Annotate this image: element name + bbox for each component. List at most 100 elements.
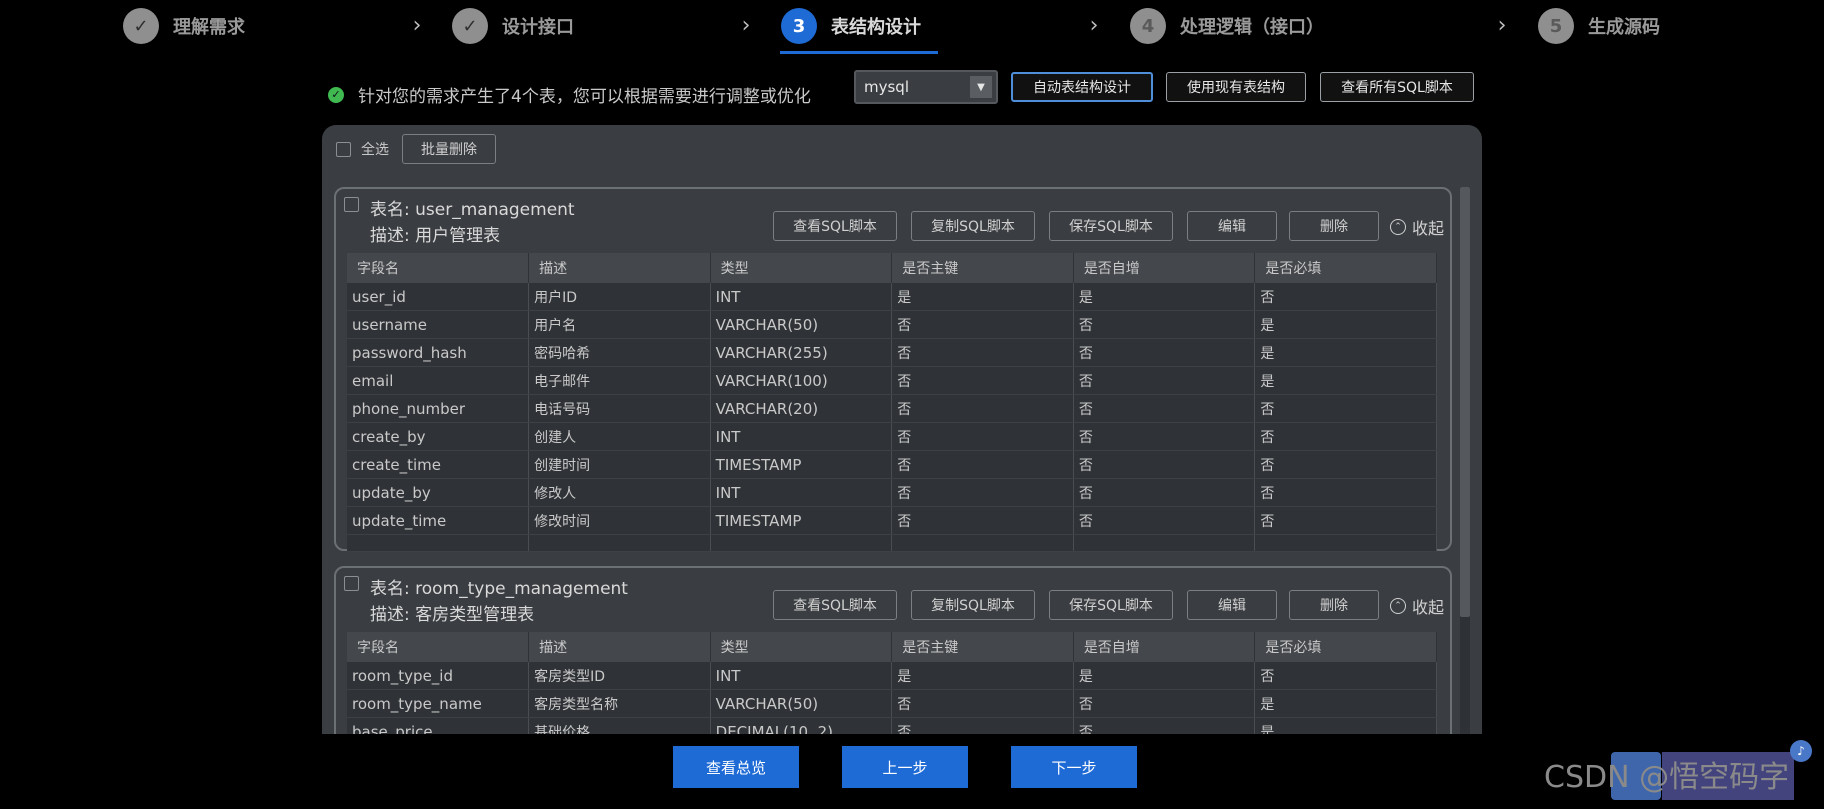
step-number: 4 — [1130, 8, 1166, 44]
cell: 否 — [1073, 506, 1256, 535]
save-sql-button[interactable]: 保存SQL脚本 — [1049, 211, 1173, 241]
table-row[interactable]: update_time 修改时间 TIMESTAMP 否 否 否 — [347, 506, 1437, 535]
database-type-select[interactable]: mysql ▼ — [854, 70, 998, 104]
active-step-indicator — [780, 51, 938, 54]
previous-step-button[interactable]: 上一步 — [842, 746, 968, 788]
wizard-stepper: ✓ 理解需求 › ✓ 设计接口 › 3 表结构设计 › 4 处理逻辑（接口） ›… — [0, 0, 1824, 56]
table-header-row: 字段名 描述 类型 是否主键 是否自增 是否必填 — [347, 632, 1437, 662]
step-number: 5 — [1538, 8, 1574, 44]
cell: 基础价格 — [528, 717, 711, 734]
table-select-checkbox[interactable] — [344, 197, 359, 212]
panel-scrollbar-thumb[interactable] — [1460, 187, 1470, 617]
copy-sql-button[interactable]: 复制SQL脚本 — [911, 211, 1035, 241]
cell — [710, 534, 893, 552]
delete-button[interactable]: 删除 — [1289, 590, 1379, 620]
column-header: 是否主键 — [891, 253, 1074, 283]
table-row[interactable]: password_hash 密码哈希 VARCHAR(255) 否 否 是 — [347, 338, 1437, 367]
view-sql-button[interactable]: 查看SQL脚本 — [773, 211, 897, 241]
cell: 否 — [1254, 283, 1437, 311]
view-sql-button[interactable]: 查看SQL脚本 — [773, 590, 897, 620]
cell: room_type_id — [347, 662, 530, 690]
view-overview-button[interactable]: 查看总览 — [673, 746, 799, 788]
cell: 是 — [891, 662, 1074, 690]
cell: 是 — [1254, 717, 1437, 734]
step-label: 表结构设计 — [831, 17, 921, 38]
cell: 否 — [891, 422, 1074, 451]
copy-sql-button[interactable]: 复制SQL脚本 — [911, 590, 1035, 620]
column-header: 字段名 — [347, 253, 530, 283]
next-step-button[interactable]: 下一步 — [1011, 746, 1137, 788]
cell: 客房类型名称 — [528, 689, 711, 718]
column-header: 是否必填 — [1254, 632, 1437, 662]
step-table-design[interactable]: 3 表结构设计 — [781, 8, 921, 44]
cell: 否 — [1073, 450, 1256, 479]
cell: 否 — [891, 689, 1074, 718]
table-row[interactable]: create_by 创建人 INT 否 否 否 — [347, 422, 1437, 451]
caret-down-icon: ▼ — [970, 76, 992, 98]
column-header: 字段名 — [347, 632, 530, 662]
table-row[interactable]: update_by 修改人 INT 否 否 否 — [347, 478, 1437, 507]
bell-icon[interactable]: ♪ — [1790, 740, 1812, 762]
cell: 否 — [1073, 338, 1256, 367]
table-card: 表名: room_type_management 描述: 客房类型管理表 查看S… — [334, 566, 1452, 734]
auto-table-design-button[interactable]: 自动表结构设计 — [1011, 72, 1153, 102]
table-row[interactable]: base_price 基础价格 DECIMAL(10, 2) 否 否 是 — [347, 717, 1437, 734]
success-check-icon: ✓ — [328, 86, 344, 103]
table-select-checkbox[interactable] — [344, 576, 359, 591]
database-type-value: mysql — [864, 78, 909, 96]
cell: TIMESTAMP — [710, 450, 893, 479]
table-row[interactable]: room_type_id 客房类型ID INT 是 是 否 — [347, 662, 1437, 690]
cell: 密码哈希 — [528, 338, 711, 367]
view-all-sql-button[interactable]: 查看所有SQL脚本 — [1320, 72, 1474, 102]
select-all[interactable]: 全选 — [336, 139, 389, 159]
save-sql-button[interactable]: 保存SQL脚本 — [1049, 590, 1173, 620]
chevron-right-icon: › — [741, 13, 751, 38]
column-header: 描述 — [528, 253, 711, 283]
edit-button[interactable]: 编辑 — [1187, 590, 1277, 620]
edit-button[interactable]: 编辑 — [1187, 211, 1277, 241]
select-all-checkbox[interactable] — [336, 141, 351, 157]
collapse-toggle[interactable]: ⌃ 收起 — [1390, 215, 1444, 239]
step-generate-source[interactable]: 5 生成源码 — [1538, 8, 1660, 44]
step-done-check-icon: ✓ — [452, 8, 488, 44]
cell: 否 — [891, 450, 1074, 479]
cell: INT — [710, 478, 893, 507]
cell — [528, 534, 711, 552]
step-label: 处理逻辑（接口） — [1180, 17, 1324, 38]
table-row[interactable]: room_type_name 客房类型名称 VARCHAR(50) 否 否 是 — [347, 689, 1437, 718]
delete-button[interactable]: 删除 — [1289, 211, 1379, 241]
table-row[interactable]: username 用户名 VARCHAR(50) 否 否 是 — [347, 310, 1437, 339]
cell: VARCHAR(100) — [710, 366, 893, 395]
chevron-right-icon: › — [1089, 13, 1099, 38]
table-row[interactable]: user_id 用户ID INT 是 是 否 — [347, 283, 1437, 311]
table-description: 描述: 客房类型管理表 — [370, 605, 535, 625]
table-row[interactable]: create_time 创建时间 TIMESTAMP 否 否 否 — [347, 450, 1437, 479]
cell: 否 — [1073, 689, 1256, 718]
cell: 是 — [1073, 662, 1256, 690]
use-existing-tables-button[interactable]: 使用现有表结构 — [1166, 72, 1306, 102]
table-row[interactable]: email 电子邮件 VARCHAR(100) 否 否 是 — [347, 366, 1437, 395]
table-design-panel: 全选 批量删除 表名: user_management 描述: 用户管理表 查看… — [322, 125, 1482, 734]
table-row[interactable]: phone_number 电话号码 VARCHAR(20) 否 否 否 — [347, 394, 1437, 423]
cell: room_type_name — [347, 689, 530, 718]
cell: 否 — [891, 394, 1074, 423]
column-header: 类型 — [710, 632, 893, 662]
cell: 否 — [1254, 662, 1437, 690]
cell: DECIMAL(10, 2) — [710, 717, 893, 734]
cell: create_time — [347, 450, 530, 479]
cell: INT — [710, 422, 893, 451]
batch-delete-button[interactable]: 批量删除 — [402, 134, 496, 164]
table-header-row: 字段名 描述 类型 是否主键 是否自增 是否必填 — [347, 253, 1437, 283]
column-header: 是否必填 — [1254, 253, 1437, 283]
cell: 否 — [891, 717, 1074, 734]
step-design-interface[interactable]: ✓ 设计接口 — [452, 8, 574, 44]
step-understand-requirements[interactable]: ✓ 理解需求 — [123, 8, 245, 44]
cell: 否 — [1073, 478, 1256, 507]
step-processing-logic[interactable]: 4 处理逻辑（接口） — [1130, 8, 1324, 44]
cell: INT — [710, 283, 893, 311]
collapse-toggle[interactable]: ⌃ 收起 — [1390, 594, 1444, 618]
cell: VARCHAR(20) — [710, 394, 893, 423]
fields-table: 字段名 描述 类型 是否主键 是否自增 是否必填 room_type_id 客房… — [347, 632, 1437, 734]
cell: 否 — [891, 338, 1074, 367]
cell: INT — [710, 662, 893, 690]
